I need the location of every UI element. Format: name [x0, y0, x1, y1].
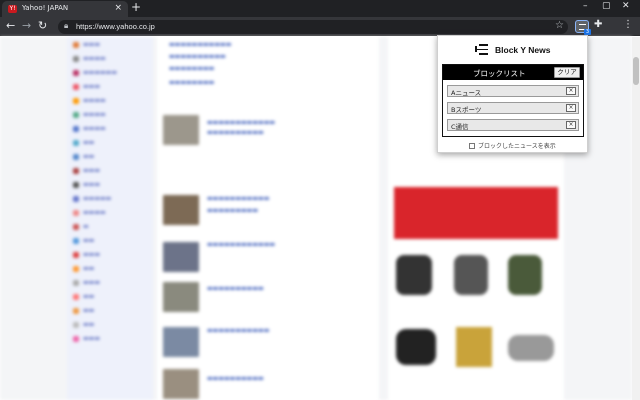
blocklist-title: ブロックリスト: [473, 69, 526, 78]
remove-item-button[interactable]: ×: [566, 104, 576, 112]
tab-title: Yahoo! JAPAN: [22, 4, 69, 12]
clear-button[interactable]: クリア: [554, 67, 580, 78]
maximize-button[interactable]: ▢: [602, 1, 611, 11]
browser-toolbar: ← → ↻ 🔒︎ https://www.yahoo.co.jp ☆ 3 ✚ ⋮: [0, 17, 640, 36]
browser-menu-icon[interactable]: ⋮: [623, 19, 633, 30]
blocklist-item-label: Aニュース: [451, 89, 482, 97]
blocklist-item: C通信 ×: [447, 119, 579, 131]
tab-close-icon[interactable]: ×: [114, 3, 122, 13]
show-blocked-checkbox[interactable]: [469, 143, 475, 149]
remove-item-button[interactable]: ×: [566, 121, 576, 129]
blocklist-item-label: Bスポーツ: [451, 106, 482, 114]
block-list-logo-icon: [475, 44, 488, 55]
block-y-news-extension-icon[interactable]: 3: [575, 20, 591, 35]
blocklist-header: ブロックリスト クリア: [443, 65, 583, 80]
forward-arrow-icon[interactable]: →: [22, 19, 31, 32]
reload-icon[interactable]: ↻: [38, 19, 47, 32]
blocklist-item: Aニュース ×: [447, 85, 579, 97]
blocklist-item: Bスポーツ ×: [447, 102, 579, 114]
block-y-news-popup: Block Y News ブロックリスト クリア Aニュース × Bスポーツ ×…: [437, 35, 588, 153]
show-blocked-option[interactable]: ブロックしたニュースを表示: [469, 141, 556, 150]
blocklist-panel: ブロックリスト クリア Aニュース × Bスポーツ × C通信 ×: [442, 64, 584, 137]
popup-title: Block Y News: [495, 45, 551, 55]
url-text[interactable]: https://www.yahoo.co.jp: [76, 22, 155, 31]
minimize-button[interactable]: –: [583, 1, 588, 11]
scrollbar-thumb[interactable]: [633, 57, 639, 85]
close-window-button[interactable]: ✕: [622, 1, 630, 11]
remove-item-button[interactable]: ×: [566, 87, 576, 95]
blocklist-item-label: C通信: [451, 123, 469, 131]
page-scrollbar[interactable]: [632, 37, 640, 400]
extensions-puzzle-icon[interactable]: ✚: [594, 19, 602, 30]
tab-yahoo-japan[interactable]: Y! Yahoo! JAPAN ×: [2, 1, 128, 17]
popup-header: Block Y News: [438, 36, 587, 64]
show-blocked-label: ブロックしたニュースを表示: [478, 143, 556, 150]
back-arrow-icon[interactable]: ←: [6, 19, 15, 32]
lock-icon: 🔒︎: [64, 21, 69, 30]
center-news-column: ▬▬▬▬▬▬▬▬▬▬▬ ▬▬▬▬▬▬▬▬▬▬ ▬▬▬▬▬▬▬▬ ▬▬▬▬▬▬▬▬…: [157, 37, 379, 400]
new-tab-button[interactable]: +: [131, 0, 141, 14]
tab-strip: Y! Yahoo! JAPAN × + – ▢ ✕: [0, 0, 640, 17]
bookmark-star-icon[interactable]: ☆: [555, 20, 564, 31]
yahoo-favicon-icon: Y!: [8, 5, 17, 13]
left-service-list: ▬▬▬ ▬▬▬▬ ▬▬▬▬▬▬ ▬▬▬ ▬▬▬▬ ▬▬▬▬ ▬▬▬▬ ▬▬ ▬▬…: [67, 37, 153, 400]
address-bar[interactable]: 🔒︎ https://www.yahoo.co.jp ☆: [58, 20, 568, 34]
